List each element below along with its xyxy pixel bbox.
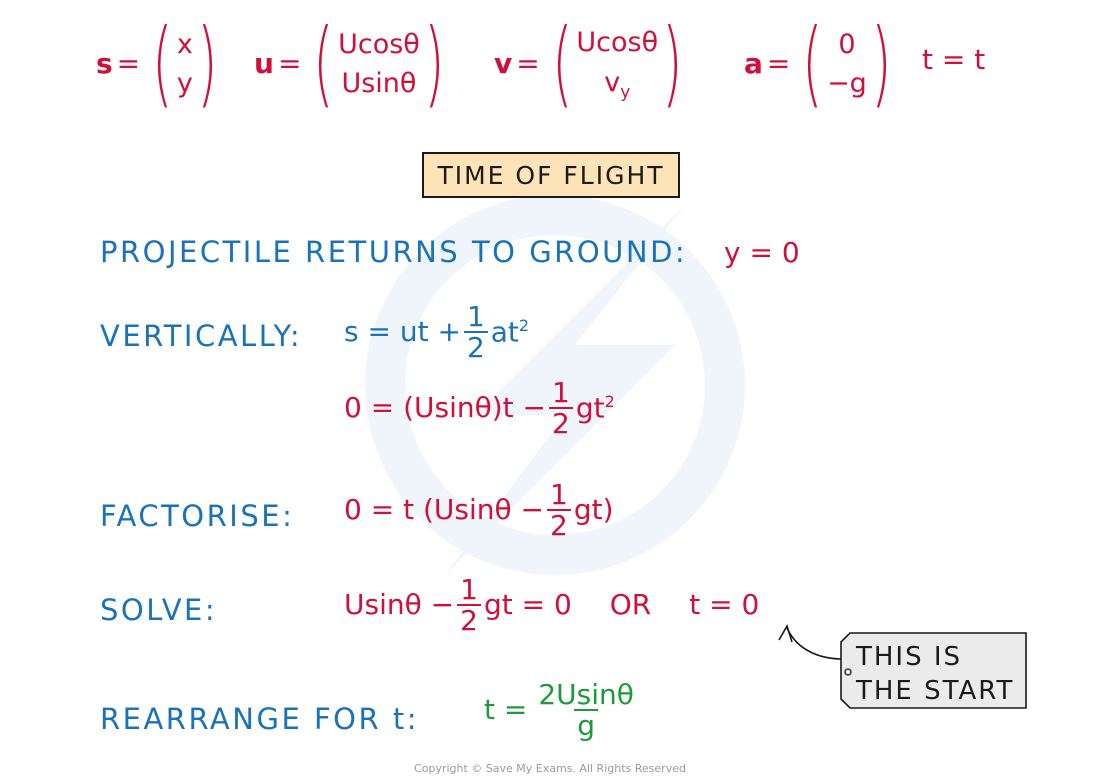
vector-s-bottom: y: [176, 68, 193, 99]
solve-label: SOLVE:: [100, 593, 218, 627]
final-result-left: t =: [484, 693, 528, 727]
vector-u: u = ( Ucosθ Usinθ ): [254, 14, 453, 114]
column-vector: ( x y ): [144, 17, 225, 111]
final-result-numerator: 2Usinθ: [538, 678, 634, 711]
substituted-right: gt2: [575, 391, 615, 425]
suvat-right: at2: [490, 315, 530, 349]
final-result-equation: t = 2Usinθ g: [484, 680, 640, 741]
factorised-left: 0 = t (Usinθ −: [344, 493, 544, 527]
solve-left: Usinθ −: [344, 588, 455, 622]
factorised-right: gt): [573, 493, 614, 527]
half-fraction: 1 2: [546, 480, 571, 541]
suvat-equation: s = ut + 1 2 at2: [344, 302, 529, 363]
suvat-left: s = ut +: [344, 315, 461, 349]
solve-right: gt = 0: [483, 588, 572, 622]
vector-a-top: 0: [838, 28, 856, 60]
equals-sign: =: [766, 47, 791, 80]
column-vector: ( Ucosθ Usinθ ): [305, 17, 452, 111]
vertically-label: VERTICALLY:: [100, 319, 303, 353]
vector-a: a = ( 0 −g ): [744, 14, 900, 114]
vector-v-top: Ucosθ: [576, 27, 659, 59]
left-paren: (: [802, 9, 823, 118]
vector-u-bottom: Usinθ: [341, 68, 417, 99]
vector-u-top: Ucosθ: [338, 28, 420, 60]
column-vector: ( 0 −g ): [794, 17, 899, 111]
right-paren: ): [662, 9, 683, 118]
alternative-solution: t = 0: [689, 588, 760, 622]
note-tag: THIS IS THE START: [840, 632, 1028, 710]
half-fraction: 1 2: [549, 378, 573, 439]
final-result-denominator: g: [574, 709, 599, 741]
vector-v-bottom: vy: [604, 66, 631, 102]
right-paren: ): [424, 9, 445, 118]
final-result-fraction: 2Usinθ g: [535, 680, 637, 741]
vector-s: s = ( x y ): [96, 14, 226, 114]
equals-sign: =: [516, 47, 540, 80]
left-paren: (: [551, 9, 573, 118]
substituted-left: 0 = (Usinθ)t −: [344, 391, 547, 425]
vector-s-symbol: s: [96, 47, 113, 80]
ground-label: PROJECTILE RETURNS TO GROUND:: [100, 235, 688, 269]
or-text: OR: [609, 588, 652, 622]
equals-sign: =: [277, 47, 302, 80]
vector-v-symbol: v: [494, 47, 513, 80]
factorise-label: FACTORISE:: [100, 499, 295, 533]
factorised-equation: 0 = t (Usinθ − 1 2 gt): [344, 480, 614, 541]
ground-condition: y = 0: [724, 236, 800, 269]
right-paren: ): [197, 9, 218, 118]
vector-u-symbol: u: [254, 47, 274, 80]
left-paren: (: [152, 9, 173, 118]
rearrange-label: REARRANGE FOR t:: [100, 702, 419, 736]
time-definition: t = t: [922, 43, 986, 76]
section-title: TIME OF FLIGHT: [422, 152, 680, 198]
note-line-2: THE START: [856, 676, 1015, 706]
vector-v: v = ( Ucosθ vy ): [494, 14, 691, 114]
equals-sign: =: [116, 47, 141, 80]
half-fraction: 1 2: [457, 575, 481, 636]
copyright-notice: Copyright © Save My Exams. All Rights Re…: [414, 762, 686, 775]
solve-equation: Usinθ − 1 2 gt = 0 OR t = 0: [344, 575, 759, 636]
right-paren: ): [871, 9, 892, 118]
column-vector: ( Ucosθ vy ): [544, 17, 691, 111]
note-line-1: THIS IS: [856, 642, 963, 672]
vector-a-bottom: −g: [827, 68, 867, 99]
left-paren: (: [313, 9, 334, 118]
vector-s-top: x: [176, 28, 193, 60]
half-fraction: 1 2: [463, 302, 488, 363]
substituted-equation: 0 = (Usinθ)t − 1 2 gt2: [344, 378, 615, 439]
vector-a-symbol: a: [744, 47, 763, 80]
